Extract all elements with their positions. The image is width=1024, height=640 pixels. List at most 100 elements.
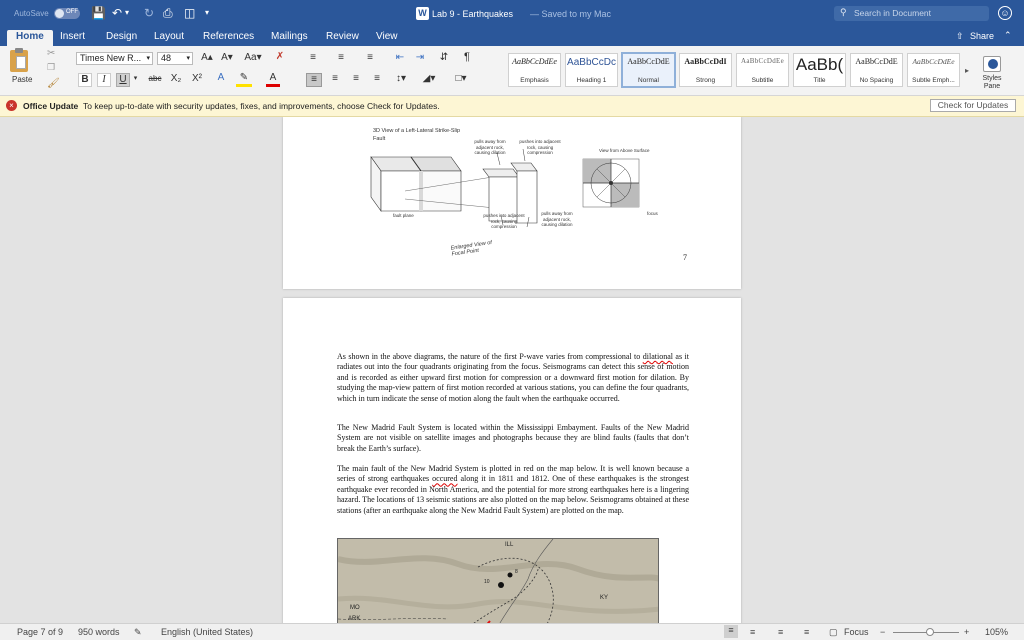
tab-mailings[interactable]: Mailings — [271, 30, 308, 46]
style-normal[interactable]: AaBbCcDdE Normal — [621, 52, 676, 88]
zoom-in-icon[interactable]: + — [964, 627, 969, 638]
tab-view[interactable]: View — [376, 30, 398, 46]
styles-pane-button[interactable]: Styles Pane — [978, 75, 1006, 91]
strikethrough-button[interactable]: abc — [145, 73, 165, 85]
share-icon[interactable]: ⇧ — [956, 31, 964, 42]
page-count[interactable]: Page 7 of 9 — [17, 627, 63, 638]
styles-more-icon[interactable]: ▸ — [965, 66, 969, 75]
focus-icon[interactable]: ▢ — [829, 627, 838, 638]
map-label-ky: KY — [600, 595, 609, 601]
misspelled-word[interactable]: occured — [432, 474, 457, 483]
redo-icon[interactable]: ↻ — [144, 6, 154, 20]
print-icon[interactable]: ⎙ — [163, 6, 173, 20]
clipboard-icon[interactable] — [10, 48, 28, 72]
tab-review[interactable]: Review — [326, 30, 359, 46]
paragraph-new-madrid[interactable]: The New Madrid Fault System is located w… — [337, 423, 689, 454]
line-spacing-icon[interactable]: ↕▾ — [392, 73, 410, 85]
format-painter-icon[interactable]: 🖌 — [47, 78, 60, 89]
web-layout-icon[interactable]: ≡ — [750, 627, 755, 638]
map-features — [338, 539, 658, 623]
page-7[interactable]: 3D View of a Left-Lateral Strike-Slip Fa… — [283, 117, 741, 289]
tab-design[interactable]: Design — [106, 30, 137, 46]
underline-dropdown-icon[interactable]: ▾ — [131, 73, 140, 85]
language[interactable]: English (United States) — [161, 627, 253, 638]
close-notice-icon[interactable]: × — [6, 100, 17, 111]
misspelled-word[interactable]: dilational — [643, 352, 673, 361]
zoom-level[interactable]: 105% — [985, 627, 1008, 638]
bold-button[interactable]: B — [78, 73, 92, 87]
grow-font-icon[interactable]: A▴ — [200, 52, 214, 64]
autosave-label: AutoSave — [14, 9, 49, 18]
undo-icon[interactable]: ↶ — [112, 6, 122, 20]
font-color-icon[interactable]: A — [266, 72, 280, 87]
italic-button[interactable]: I — [97, 73, 111, 87]
save-icon[interactable]: 💾 — [91, 6, 106, 20]
tab-references[interactable]: References — [203, 30, 254, 46]
outline-icon[interactable]: ≡ — [778, 627, 783, 638]
shading-icon[interactable]: ◢▾ — [420, 73, 438, 85]
focus-button[interactable]: Focus — [844, 627, 869, 638]
superscript-button[interactable]: X² — [189, 73, 205, 85]
layout-icon[interactable]: ◫ — [184, 6, 195, 20]
search-box[interactable]: ⚲ Search in Document — [834, 6, 989, 21]
numbering-icon[interactable]: ≡ — [333, 52, 349, 64]
style-subtle-emphasis[interactable]: AaBbCcDdEe Subtle Emph... — [907, 53, 960, 87]
paste-button[interactable]: Paste — [12, 75, 32, 84]
multilevel-list-icon[interactable]: ≡ — [362, 52, 378, 64]
proofing-icon[interactable]: ✎ — [134, 627, 142, 638]
print-layout-icon[interactable]: ≡ — [724, 625, 738, 638]
increase-indent-icon[interactable]: ⇥ — [412, 52, 428, 64]
tab-insert[interactable]: Insert — [60, 30, 85, 46]
decrease-indent-icon[interactable]: ⇤ — [392, 52, 408, 64]
new-madrid-map[interactable]: ILL KY MO ARK 10 8 — [337, 538, 659, 623]
show-formatting-icon[interactable]: ¶ — [460, 51, 474, 63]
share-button[interactable]: Share — [970, 31, 994, 41]
font-name-select[interactable]: Times New R... ▾ — [76, 52, 153, 65]
style-heading-1[interactable]: AaBbCcDc Heading 1 — [565, 53, 618, 87]
shrink-font-icon[interactable]: A▾ — [220, 52, 234, 64]
style-subtitle[interactable]: AaBbCcDdEe Subtitle — [736, 53, 789, 87]
style-strong[interactable]: AaBbCcDdI Strong — [679, 53, 732, 87]
smiley-icon[interactable]: ☺ — [998, 6, 1012, 20]
zoom-slider[interactable] — [893, 628, 959, 636]
tab-layout[interactable]: Layout — [154, 30, 184, 46]
document-area[interactable]: 3D View of a Left-Lateral Strike-Slip Fa… — [0, 117, 1024, 623]
zoom-slider-thumb[interactable] — [926, 628, 934, 636]
page-8[interactable]: As shown in the above diagrams, the natu… — [283, 298, 741, 623]
underline-button[interactable]: U — [116, 73, 130, 87]
customize-dropdown-icon[interactable]: ▾ — [205, 6, 209, 20]
align-center-button[interactable]: ≡ — [327, 73, 343, 85]
undo-dropdown-icon[interactable]: ▾ — [125, 6, 129, 20]
cut-icon[interactable]: ✂ — [47, 48, 55, 59]
copy-icon[interactable]: ❐ — [47, 62, 55, 73]
style-title[interactable]: AaBb( Title — [793, 53, 846, 87]
clipboard-clip — [15, 48, 23, 53]
paragraph-first-motion[interactable]: As shown in the above diagrams, the natu… — [337, 352, 689, 404]
draft-icon[interactable]: ≡ — [804, 627, 809, 638]
justify-button[interactable]: ≡ — [369, 73, 385, 85]
change-case-icon[interactable]: Aa▾ — [243, 52, 263, 64]
font-size-select[interactable]: 48 ▾ — [157, 52, 193, 65]
text-effects-icon[interactable]: A — [214, 72, 228, 84]
clear-format-icon[interactable]: ✗ — [272, 51, 288, 63]
align-left-button[interactable]: ≡ — [306, 73, 322, 87]
style-no-spacing[interactable]: AaBbCcDdE No Spacing — [850, 53, 903, 87]
align-right-button[interactable]: ≡ — [348, 73, 364, 85]
zoom-out-icon[interactable]: − — [880, 627, 885, 638]
style-sample: AaBb( — [795, 55, 844, 74]
highlight-icon[interactable]: ✎ — [236, 72, 252, 87]
sort-icon[interactable]: ⇵ — [437, 52, 451, 64]
check-for-updates-button[interactable]: Check for Updates — [930, 99, 1016, 112]
subscript-button[interactable]: X₂ — [168, 73, 184, 85]
styles-pane-icon[interactable] — [983, 56, 1001, 72]
paragraph-main-fault[interactable]: The main fault of the New Madrid System … — [337, 464, 689, 516]
borders-icon[interactable]: □▾ — [452, 73, 470, 85]
bullets-icon[interactable]: ≡ — [305, 52, 321, 64]
style-emphasis[interactable]: AaBbCcDdEe Emphasis — [508, 53, 561, 87]
tab-home[interactable]: Home — [7, 30, 53, 46]
search-input[interactable]: Search in Document — [854, 8, 931, 18]
style-name: Strong — [695, 77, 716, 84]
autosave-toggle[interactable]: OFF — [54, 8, 80, 19]
word-count[interactable]: 950 words — [78, 627, 120, 638]
collapse-ribbon-icon[interactable]: ⌃ — [1004, 30, 1012, 41]
